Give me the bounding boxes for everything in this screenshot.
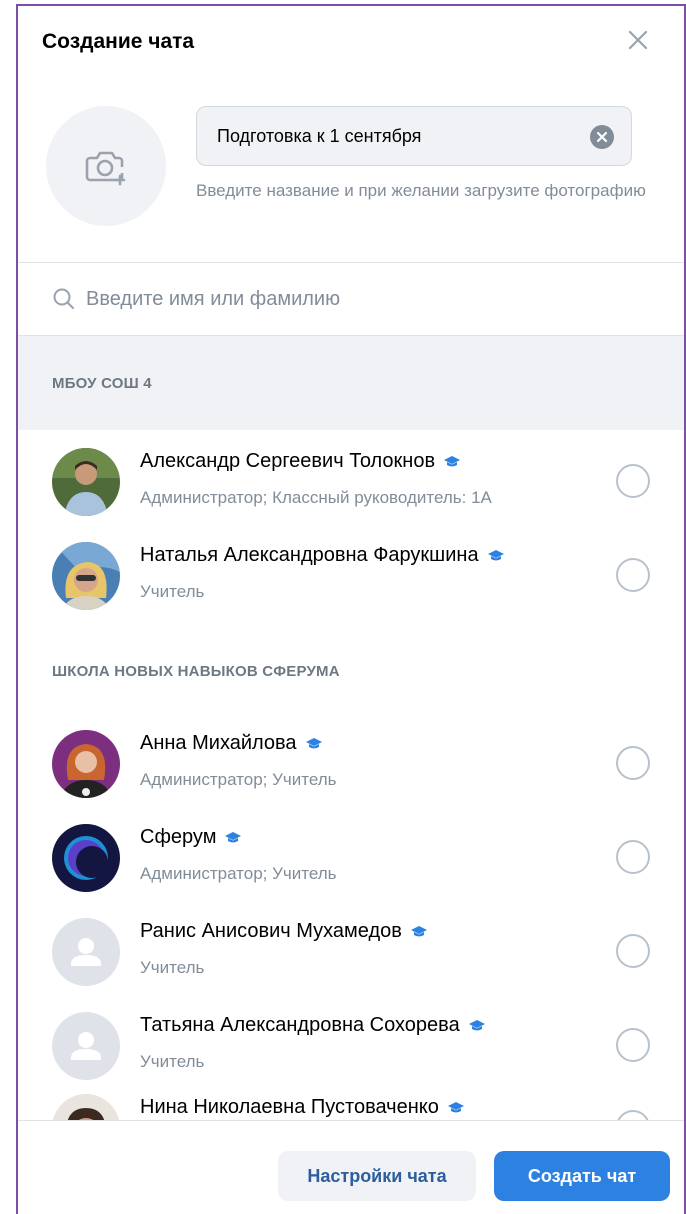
select-radio[interactable] [616,1110,650,1120]
member-name: Сферум [140,826,242,849]
chat-photo-upload[interactable] [46,106,166,226]
avatar [52,730,120,798]
member-search-input[interactable]: Введите имя или фамилию [18,263,684,335]
select-radio[interactable] [616,746,650,780]
select-radio[interactable] [616,464,650,498]
member-role: Учитель [140,958,205,977]
user-placeholder-icon [52,1012,120,1080]
graduation-cap-icon [447,1101,464,1112]
member-name-text: Нина Николаевна Пустоваченко [140,1096,439,1118]
member-name: Александр Сергеевич Толокнов [140,450,461,473]
select-radio[interactable] [616,558,650,592]
member-name-text: Сферум [140,826,217,848]
search-icon [53,288,74,309]
avatar [52,1012,120,1080]
graduation-cap-icon [444,455,461,466]
dialog-footer: Настройки чата Создать чат [18,1120,684,1214]
avatar [52,1094,120,1120]
member-name: Ранис Анисович Мухамедов [140,920,428,943]
member-row[interactable]: Нина Николаевна Пустоваченко Обучающийся… [18,1082,684,1120]
member-name-text: Анна Михайлова [140,732,297,754]
avatar [52,918,120,986]
create-chat-dialog: Создание чата Подготовка к 1 сентября Вв… [16,4,686,1214]
member-name: Татьяна Александровна Сохорева [140,1014,486,1037]
chat-name-input[interactable]: Подготовка к 1 сентября [196,106,632,166]
select-radio[interactable] [616,1028,650,1062]
group-header: ШКОЛА НОВЫХ НАВЫКОВ СФЕРУМА [52,662,340,680]
member-row[interactable]: Наталья Александровна Фарукшина Учитель [18,530,684,624]
user-placeholder-icon [52,918,120,986]
member-name: Наталья Александровна Фарукшина [140,544,505,567]
graduation-cap-icon [487,549,504,560]
member-role: Администратор; Учитель [140,770,337,789]
dialog-title: Создание чата [42,30,195,53]
member-role: Учитель [140,1052,205,1071]
chat-settings-button[interactable]: Настройки чата [278,1151,476,1201]
avatar [52,824,120,892]
member-role: Администратор; Учитель [140,864,337,883]
select-radio[interactable] [616,840,650,874]
member-name-text: Ранис Анисович Мухамедов [140,920,402,942]
graduation-cap-icon [305,737,322,748]
clear-icon[interactable] [589,124,615,150]
member-role: Учитель [140,582,205,601]
search-placeholder: Введите имя или фамилию [86,287,341,310]
member-name-text: Наталья Александровна Фарукшина [140,544,479,566]
member-row[interactable]: Сферум Администратор; Учитель [18,812,684,906]
member-role: Администратор; Классный руководитель: 1А [140,488,492,507]
select-radio[interactable] [616,934,650,968]
chat-name-hint: Введите название и при желании загрузите… [196,181,646,200]
member-row[interactable]: Татьяна Александровна Сохорева Учитель [18,1000,684,1094]
create-chat-button[interactable]: Создать чат [494,1151,670,1201]
member-row[interactable]: Ранис Анисович Мухамедов Учитель [18,906,684,1000]
avatar [52,448,120,516]
member-row[interactable]: Анна Михайлова Администратор; Учитель [18,718,684,812]
member-name-text: Татьяна Александровна Сохорева [140,1014,460,1036]
group-header: МБОУ СОШ 4 [18,336,684,430]
member-name: Нина Николаевна Пустоваченко [140,1096,465,1119]
graduation-cap-icon [410,925,427,936]
close-icon[interactable] [624,26,652,54]
camera-plus-icon [85,151,126,186]
member-name-text: Александр Сергеевич Толокнов [140,450,436,472]
graduation-cap-icon [225,831,242,842]
chat-name-value: Подготовка к 1 сентября [217,125,422,146]
members-list[interactable]: МБОУ СОШ 4 Александр Сергеевич Толокнов … [18,336,684,1120]
dialog-header: Создание чата [18,6,684,86]
member-row[interactable]: Александр Сергеевич Толокнов Администрат… [18,436,684,530]
graduation-cap-icon [468,1019,485,1030]
member-name: Анна Михайлова [140,732,323,755]
avatar [52,542,120,610]
